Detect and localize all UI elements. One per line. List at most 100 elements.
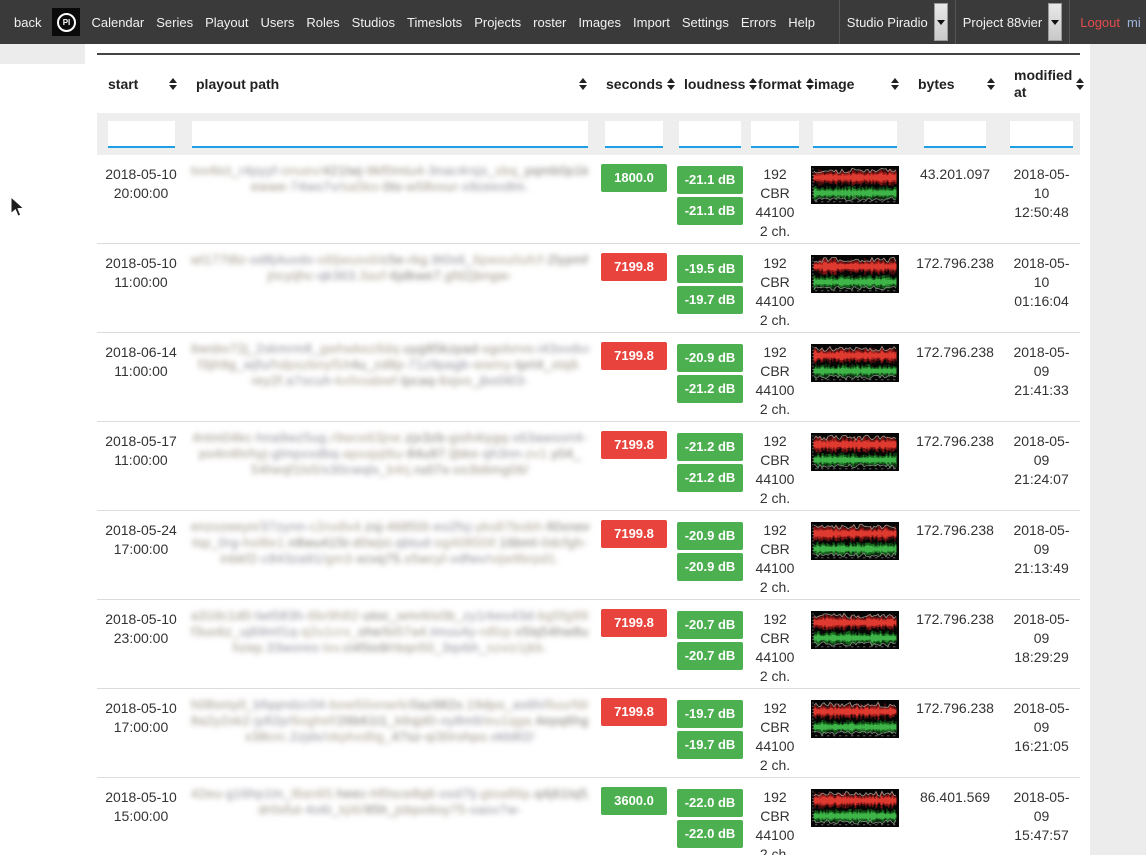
cell-bytes: 43.201.097 [907, 162, 1003, 186]
filter-input-modified[interactable] [1010, 121, 1073, 148]
filter-input-path[interactable] [192, 121, 588, 148]
nav-item-settings[interactable]: Settings [676, 0, 735, 44]
nav-item-calendar[interactable]: Calendar [85, 0, 150, 44]
cell-format: 192 CBR441002 ch. [747, 251, 803, 332]
cell-start: 2018-05-10 15:00:00 [97, 785, 185, 828]
studio-select-value: Studio Piradio [847, 15, 934, 30]
cell-modified: 2018-05-09 18:29:29 [1003, 607, 1080, 669]
nav-item-series[interactable]: Series [150, 0, 199, 44]
nav-menu-items: CalendarSeriesPlayoutUsersRolesStudiosTi… [85, 0, 821, 44]
start-time: 11:00:00 [100, 273, 182, 292]
format-line: 2 ch. [750, 756, 800, 775]
start-date: 2018-05-24 [100, 521, 182, 540]
modified-date: 2018-05-09 [1006, 788, 1077, 826]
table-header-row: startplayout path seconds loudnessformat im… [97, 55, 1080, 113]
filter-input-bytes[interactable] [924, 121, 986, 148]
nav-item-studios[interactable]: Studios [346, 0, 401, 44]
format-line: 2 ch. [750, 222, 800, 241]
nav-item-help[interactable]: Help [782, 0, 821, 44]
filter-input-format[interactable] [751, 121, 799, 148]
column-header-bytes[interactable]: bytes [907, 68, 1003, 101]
cell-image [803, 340, 907, 389]
format-line: 44100 [750, 381, 800, 400]
redacted-path-text: dr0sfut-4o6i_kji6/95h_jsbpo6oy75-oasv7w- [191, 802, 589, 818]
table-row: 2018-05-10 23:00:00 a31tlc1d0-lwt583h-6b… [97, 600, 1080, 689]
filter-input-start[interactable] [108, 121, 175, 148]
loudness-badge: -21.2 dB [677, 375, 743, 403]
column-header-start[interactable]: start [97, 68, 185, 101]
waveform-thumbnail[interactable] [811, 166, 899, 204]
redacted-path-text: 6wsbv72j_2skmrm8_gwhwkez8dq-uyg95kzpad-x… [191, 341, 589, 357]
redacted-path-text: wl177t8z-od8j4uvdx-o6ljwusxli/c5e-rkg.9t… [191, 252, 589, 268]
column-header-image[interactable]: image [803, 68, 907, 101]
format-line: 2 ch. [750, 845, 800, 855]
nav-item-users[interactable]: Users [254, 0, 300, 44]
format-line: 44100 [750, 648, 800, 667]
nav-item-projects[interactable]: Projects [468, 0, 527, 44]
cell-modified: 2018-05-09 16:21:05 [1003, 696, 1080, 758]
cell-image [803, 251, 907, 300]
redacted-path-text: ewwe-74wo7v/sa5ko-0ts-w58vvur-x9zeex8m. [191, 179, 589, 195]
nav-item-import[interactable]: Import [627, 0, 676, 44]
column-header-modified[interactable]: modified at [1003, 59, 1080, 109]
column-header-path[interactable]: playout path [185, 68, 595, 101]
nav-item-playout[interactable]: Playout [199, 0, 254, 44]
cell-loudness: -19.5 dB-19.7 dB [673, 251, 747, 317]
left-gray-block [0, 44, 85, 64]
table-body: 2018-05-10 20:00:00 tvv4tct_r4pyyf-onuev… [97, 155, 1080, 855]
column-label: seconds [606, 76, 663, 93]
page: back PI CalendarSeriesPlayoutUsersRolesS… [0, 0, 1146, 855]
waveform-thumbnail[interactable] [811, 255, 899, 293]
column-header-format[interactable]: format [747, 68, 803, 101]
filter-cell-modified [1003, 113, 1080, 155]
filter-cell-loudness [673, 113, 747, 155]
waveform-thumbnail[interactable] [811, 522, 899, 560]
cell-playout-path: 6wsbv72j_2skmrm8_gwhwkez8dq-uyg95kzpad-x… [185, 340, 595, 389]
modified-time: 21:24:07 [1006, 470, 1077, 489]
cell-format: 192 CBR441002 ch. [747, 162, 803, 243]
waveform-thumbnail[interactable] [811, 611, 899, 649]
cell-playout-path: h08sniy0_bfqqndzc04-bow50onwrk/0az982x.1… [185, 696, 595, 745]
cell-start: 2018-06-14 11:00:00 [97, 340, 185, 383]
nav-item-roster[interactable]: roster [527, 0, 572, 44]
filter-input-loudness[interactable] [679, 121, 741, 148]
column-label: image [814, 76, 887, 93]
modified-time: 12:50:48 [1006, 203, 1077, 222]
nav-item-errors[interactable]: Errors [735, 0, 782, 44]
cell-format: 192 CBR441002 ch. [747, 785, 803, 855]
waveform-thumbnail[interactable] [811, 433, 899, 471]
format-line: 192 CBR [750, 610, 800, 648]
sort-icon [579, 78, 587, 90]
cell-image [803, 785, 907, 834]
start-date: 2018-05-17 [100, 432, 182, 451]
cell-modified: 2018-05-10 12:50:48 [1003, 162, 1080, 224]
cell-seconds: 7199.8 [595, 251, 673, 283]
column-header-seconds[interactable]: seconds [595, 68, 673, 101]
piradio-logo-icon[interactable]: PI [52, 8, 80, 36]
nav-item-images[interactable]: Images [572, 0, 627, 44]
waveform-thumbnail[interactable] [811, 344, 899, 382]
logout-button[interactable]: Logout [1069, 0, 1127, 44]
start-time: 15:00:00 [100, 807, 182, 826]
redacted-path-text: h08sniy0_bfqqndzc04-bow50onwrk/0az982x.1… [191, 697, 589, 713]
back-button[interactable]: back [8, 0, 47, 44]
studio-select[interactable]: Studio Piradio [839, 0, 955, 44]
filter-input-image[interactable] [813, 121, 897, 148]
cell-image [803, 518, 907, 567]
cell-start: 2018-05-24 17:00:00 [97, 518, 185, 561]
nav-item-roles[interactable]: Roles [300, 0, 345, 44]
waveform-thumbnail[interactable] [811, 789, 899, 827]
table-row: 2018-05-17 11:00:00 4ntm04kc-hna9wz5ug.r… [97, 422, 1080, 511]
start-time: 11:00:00 [100, 362, 182, 381]
start-time: 20:00:00 [100, 184, 182, 203]
filter-cell-seconds [595, 113, 673, 155]
filter-input-seconds[interactable] [605, 121, 663, 148]
column-header-loudness[interactable]: loudness [673, 68, 747, 101]
filter-cell-image [803, 113, 907, 155]
project-select[interactable]: Project 88vier [955, 0, 1069, 44]
redacted-path-text: 4ntm04kc-hna9wz5ug.r9wce63jne.zjx3zb-gsi… [191, 430, 589, 446]
playout-files-table: startplayout path seconds loudnessformat im… [97, 53, 1080, 855]
waveform-thumbnail[interactable] [811, 700, 899, 738]
redacted-path-text: inbkf2-c843za91/gm3-xcvq75.x5wcyl-vdfwv/… [191, 551, 589, 567]
nav-item-timeslots[interactable]: Timeslots [401, 0, 468, 44]
